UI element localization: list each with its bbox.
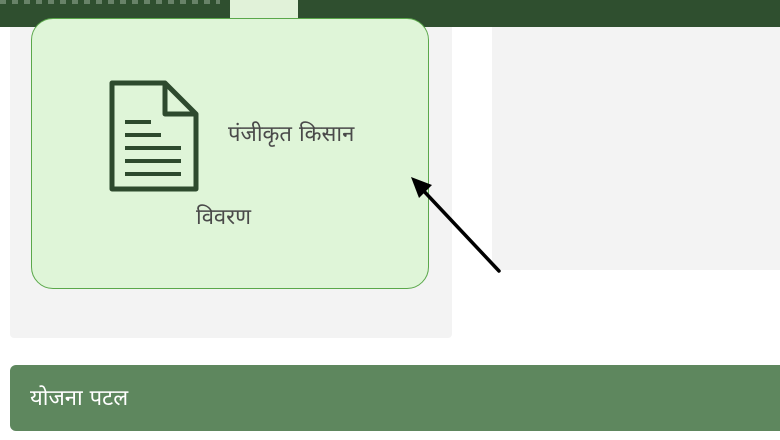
registered-farmer-details-card[interactable] bbox=[31, 18, 429, 289]
document-icon bbox=[109, 80, 199, 192]
scheme-panel-title: योजना पटल bbox=[30, 386, 129, 411]
farmer-card-label-line2: विवरण bbox=[196, 205, 252, 230]
farmer-card-label-line1: पंजीकृत किसान bbox=[228, 122, 355, 147]
scheme-panel-header[interactable]: योजना पटल bbox=[10, 365, 780, 431]
page: पंजीकृत किसान विवरण योजना पटल bbox=[0, 0, 780, 440]
top-nav-cropped-text bbox=[0, 0, 220, 4]
right-content-panel bbox=[492, 27, 780, 270]
